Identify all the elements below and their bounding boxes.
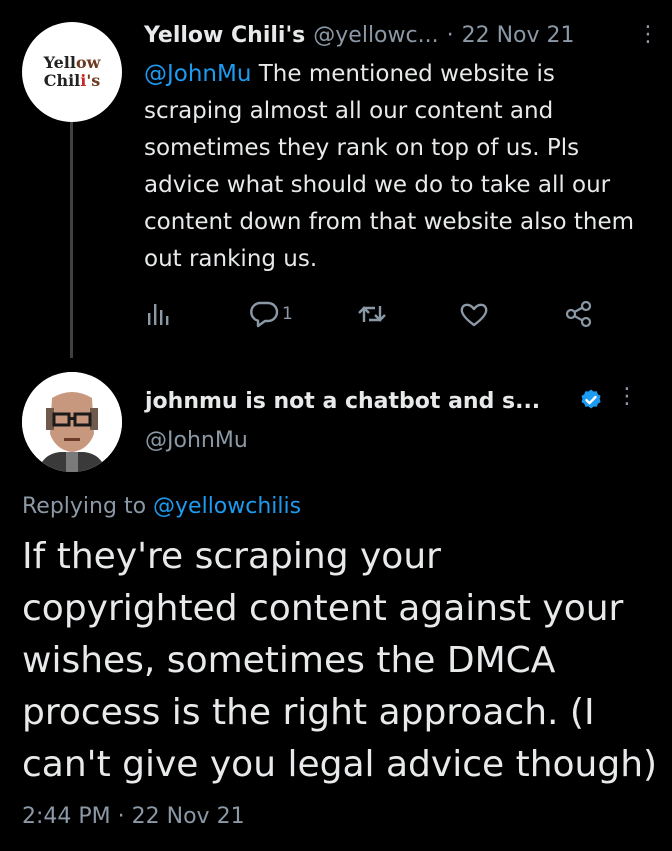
- reply-text: If they're scraping your copyrighted con…: [22, 536, 658, 785]
- reply-icon: [250, 301, 279, 328]
- thread-connector-line: [70, 100, 73, 358]
- retweet-icon: [358, 306, 386, 322]
- replying-to: Replying to @yellowchilis: [22, 494, 301, 519]
- replying-prefix: Replying to: [22, 494, 154, 519]
- timestamp-separator: ·: [117, 804, 125, 829]
- tweet-text: @JohnMu The mentioned website is scrapin…: [144, 56, 644, 278]
- like-button[interactable]: [458, 294, 490, 334]
- replying-to-link[interactable]: @yellowchilis: [153, 494, 301, 519]
- verified-badge-icon: [579, 388, 603, 418]
- yellow-chilis-avatar[interactable]: Yellow Chili's: [22, 22, 122, 122]
- share-icon: [565, 300, 592, 328]
- author-name[interactable]: Yellow Chili's: [144, 23, 305, 48]
- bar-chart-icon: [148, 304, 169, 325]
- reply-more-options-icon[interactable]: ⋮: [616, 384, 638, 410]
- reply-author-handle[interactable]: @JohnMu: [145, 428, 248, 453]
- separator-dot: ·: [446, 22, 454, 48]
- johnmu-avatar[interactable]: [22, 372, 122, 472]
- heart-icon: [460, 303, 488, 327]
- tweet-body-text: The mentioned website is scraping almost…: [144, 61, 635, 272]
- reply-button[interactable]: 1: [248, 294, 293, 334]
- more-options-icon[interactable]: ⋮: [637, 22, 659, 48]
- avatar-text-line2: Chili's: [43, 71, 101, 90]
- tweet-date[interactable]: 22 Nov 21: [462, 23, 575, 48]
- author-handle[interactable]: @yellowc...: [313, 23, 438, 48]
- reply-date: 22 Nov 21: [131, 804, 245, 829]
- tweet-header: Yellow Chili's @yellowc... · 22 Nov 21 ⋮: [144, 18, 659, 52]
- reply-timestamp[interactable]: 2:44 PM · 22 Nov 21: [22, 804, 245, 829]
- mention-link[interactable]: @JohnMu: [144, 61, 251, 87]
- analytics-button[interactable]: [146, 294, 172, 334]
- tweet-actions: 1: [144, 294, 604, 334]
- reply-author-name[interactable]: johnmu is not a chatbot and s...: [145, 389, 540, 414]
- pixel-portrait-icon: [22, 372, 122, 472]
- reply-header: johnmu is not a chatbot and s... ⋮: [145, 384, 660, 418]
- reply-time: 2:44 PM: [22, 804, 111, 829]
- reply-count: 1: [282, 304, 293, 324]
- retweet-button[interactable]: [356, 294, 388, 334]
- avatar-text-line1: Yellow: [43, 53, 101, 72]
- share-button[interactable]: [564, 294, 594, 334]
